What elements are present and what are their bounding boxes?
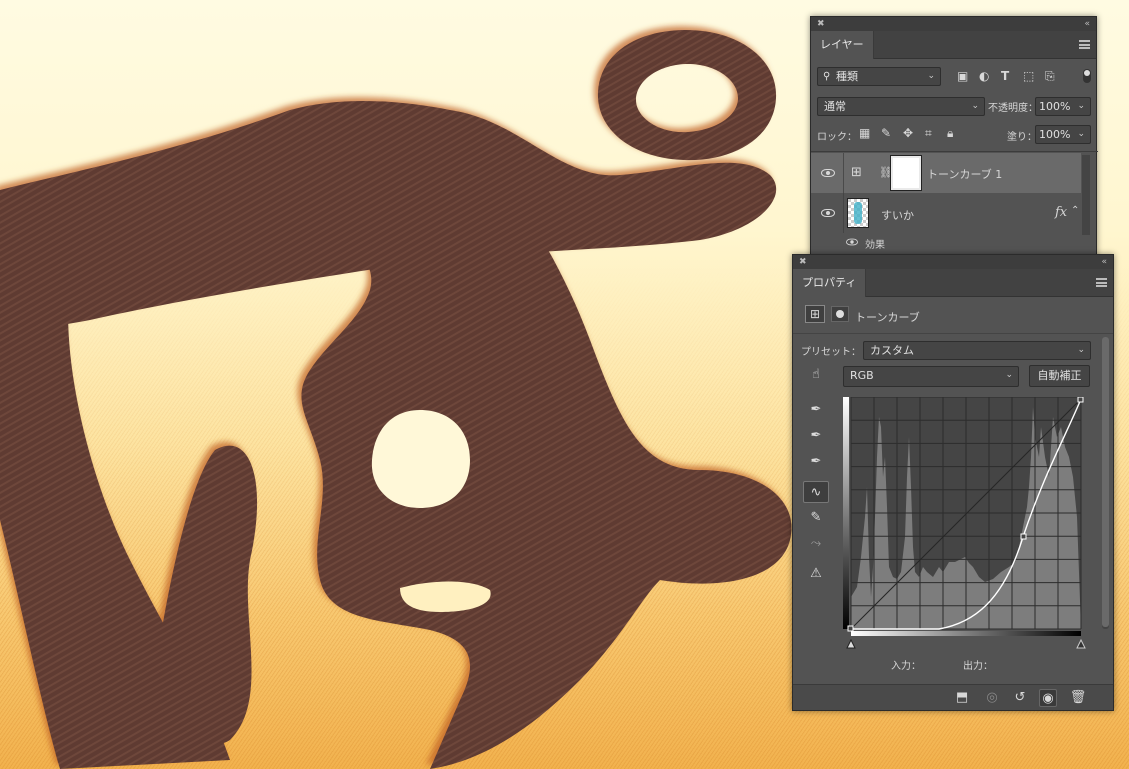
tab-layers[interactable]: レイヤー	[811, 31, 874, 59]
tab-properties[interactable]: プロパティ	[793, 269, 867, 297]
visibility-eye-icon[interactable]	[821, 169, 835, 177]
layers-tabbar: レイヤー	[811, 31, 1096, 59]
layer-mask-thumbnail[interactable]	[890, 155, 922, 191]
visibility-eye-icon[interactable]	[846, 238, 858, 246]
smooth-icon[interactable]: ⤳	[803, 533, 829, 555]
mask-icon[interactable]	[831, 306, 849, 322]
opacity-value: 100%	[1039, 100, 1071, 113]
properties-scrollbar[interactable]	[1102, 337, 1109, 629]
chevron-down-icon: ⌄	[1077, 101, 1085, 111]
filter-adjustment-icon[interactable]: ◐	[979, 69, 989, 83]
opacity-label: 不透明度：	[988, 103, 1038, 114]
visibility-toggle-icon[interactable]: ◉	[1039, 689, 1057, 707]
blend-mode-dropdown[interactable]: 通常 ⌄	[817, 97, 985, 116]
properties-bottom-bar: ⬒ ◎ ↺ ◉ 🗑︎	[793, 684, 1113, 710]
filter-pixel-icon[interactable]: ▣	[957, 69, 968, 83]
properties-tabbar: プロパティ	[793, 269, 1113, 297]
eyedropper-black-icon[interactable]: ✒︎	[803, 399, 829, 421]
input-label: 入力：	[891, 661, 921, 672]
preset-label: プリセット：	[801, 347, 861, 358]
layer-filter-dropdown[interactable]: ⚲ 種類 ⌄	[817, 67, 941, 86]
layer-row-curves[interactable]: ⊞ ⛓ トーンカーブ 1	[811, 153, 1081, 193]
curves-graph[interactable]	[843, 397, 1087, 649]
layers-scrollbar[interactable]	[1082, 155, 1090, 235]
layer-thumbnail[interactable]	[847, 198, 869, 228]
opacity-field[interactable]: 100% ⌄	[1035, 97, 1091, 116]
curve-point[interactable]	[847, 625, 854, 632]
preset-value: カスタム	[870, 344, 914, 357]
collapse-icon[interactable]: «	[1101, 255, 1107, 269]
curves-adjustment-icon: ⊞	[851, 165, 862, 180]
white-point-slider[interactable]	[1076, 638, 1086, 649]
clip-to-layer-icon[interactable]: ⬒	[953, 689, 971, 707]
layer-name[interactable]: トーンカーブ 1	[927, 166, 1002, 182]
input-gradient	[851, 631, 1081, 636]
properties-header-label: トーンカーブ	[855, 311, 920, 324]
fx-icon[interactable]: fx	[1055, 205, 1067, 220]
reset-icon[interactable]: ↺	[1011, 689, 1029, 707]
effects-label: 効果	[865, 240, 885, 251]
channel-dropdown[interactable]: RGB ⌄	[843, 366, 1019, 387]
layer-name[interactable]: すいか	[881, 207, 914, 223]
search-icon: ⚲	[823, 71, 831, 82]
collapse-icon[interactable]: «	[1084, 17, 1090, 31]
output-gradient	[843, 397, 849, 629]
chevron-down-icon: ⌄	[971, 101, 979, 111]
fill-field[interactable]: 100% ⌄	[1035, 125, 1091, 144]
output-label: 出力：	[963, 661, 993, 672]
fill-value: 100%	[1039, 128, 1071, 141]
lock-all-icon[interactable]: 🔒︎	[947, 126, 953, 140]
panel-menu-icon[interactable]	[1079, 40, 1090, 49]
curve-point-tool-icon[interactable]: ∿	[803, 481, 829, 503]
blend-mode-label: 通常	[824, 100, 846, 113]
pencil-icon[interactable]: ✎	[803, 507, 829, 529]
layers-titlebar: ✖ «	[811, 17, 1096, 31]
curve-point[interactable]	[1077, 397, 1084, 403]
black-point-slider[interactable]	[846, 638, 856, 649]
preset-dropdown[interactable]: カスタム ⌄	[863, 341, 1091, 360]
curves-adjustment-icon[interactable]: ⊞	[805, 305, 825, 323]
visibility-eye-icon[interactable]	[821, 209, 835, 217]
trash-icon[interactable]: 🗑︎	[1069, 689, 1087, 707]
properties-titlebar: ✖ «	[793, 255, 1113, 269]
chevron-down-icon: ⌄	[1005, 370, 1013, 380]
lock-label: ロック：	[817, 132, 857, 143]
eyedropper-white-icon[interactable]: ✒︎	[803, 451, 829, 473]
layers-panel: ✖ « レイヤー ⚲ 種類 ⌄ ▣ ◐ T ⬚ ⎘ 通常 ⌄ 不透明度： 100…	[810, 16, 1098, 264]
artboard-lock-icon[interactable]: ⌗	[925, 126, 932, 140]
filter-type-icon[interactable]: T	[1001, 69, 1009, 83]
fill-label: 塗り：	[1007, 132, 1037, 143]
filter-toggle[interactable]	[1083, 69, 1091, 83]
properties-panel: ✖ « プロパティ ⊞ トーンカーブ プリセット： カスタム ⌄ ☝︎ RGB …	[792, 254, 1114, 711]
close-icon[interactable]: ✖	[817, 17, 825, 31]
chevron-down-icon: ⌄	[1077, 129, 1085, 139]
close-icon[interactable]: ✖	[799, 255, 807, 269]
eyedropper-gray-icon[interactable]: ✒︎	[803, 425, 829, 447]
lock-position-icon[interactable]: ✥	[903, 126, 913, 140]
auto-button[interactable]: 自動補正	[1029, 365, 1090, 387]
lock-transparent-icon[interactable]: ▦	[859, 126, 870, 140]
chevron-up-icon[interactable]: ⌃	[1071, 205, 1079, 216]
filter-smart-object-icon[interactable]: ⎘	[1045, 69, 1055, 83]
panel-menu-icon[interactable]	[1096, 278, 1107, 287]
curve-point[interactable]	[1020, 533, 1027, 540]
view-previous-state-icon[interactable]: ◎	[983, 689, 1001, 707]
chevron-down-icon: ⌄	[927, 71, 935, 81]
channel-value: RGB	[850, 369, 874, 382]
layer-row-suika[interactable]: すいか fx ⌃	[811, 193, 1081, 233]
lock-paint-icon[interactable]: ✎	[881, 126, 891, 140]
clipping-warning-icon[interactable]: ⚠︎	[803, 563, 829, 585]
on-image-adjust-icon[interactable]: ☝︎	[803, 364, 829, 386]
layer-filter-label: 種類	[836, 70, 858, 83]
chevron-down-icon: ⌄	[1077, 345, 1085, 355]
filter-shape-icon[interactable]: ⬚	[1023, 69, 1034, 83]
